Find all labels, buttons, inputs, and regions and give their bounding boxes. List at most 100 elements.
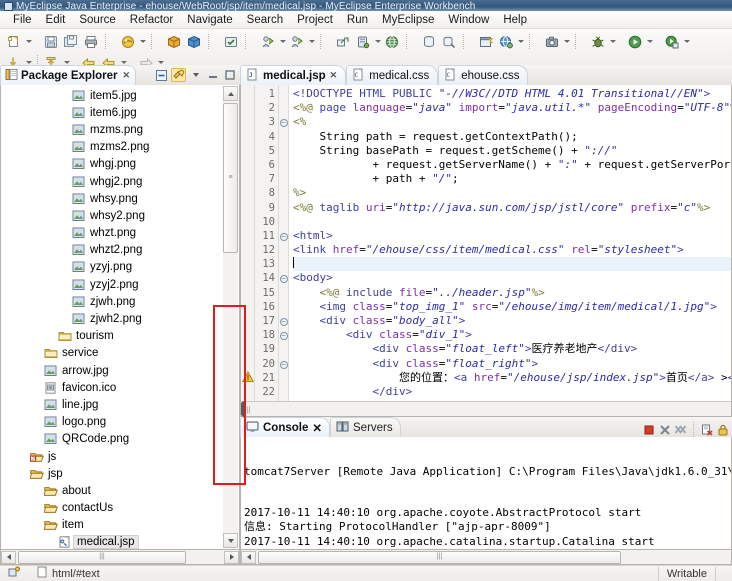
profile-dropdown-icon[interactable] [682, 32, 691, 51]
tree-item-item[interactable]: item [1, 517, 223, 534]
tree-item-about[interactable]: about [1, 482, 223, 499]
tree-item-medical-jsp[interactable]: medical.jsp [1, 534, 223, 549]
scroll-thumb[interactable]: ≡ [223, 103, 238, 253]
code-line[interactable]: <link href="/ehouse/css/item/medical.css… [293, 243, 731, 257]
code-line[interactable]: String basePath = request.getScheme() + … [293, 144, 731, 158]
scroll-track[interactable]: ≡ [223, 101, 238, 533]
web-service-dropdown-icon[interactable] [516, 32, 525, 51]
code-line[interactable]: %> [293, 186, 731, 200]
run-button[interactable] [625, 32, 645, 51]
db-explorer-button[interactable] [439, 32, 459, 51]
close-icon[interactable]: ✕ [330, 70, 338, 81]
terminate-button[interactable] [641, 422, 656, 437]
menu-run[interactable]: Run [340, 13, 375, 27]
hscroll-left-button[interactable] [1, 550, 16, 564]
tree-item-mzms-png[interactable]: mzms.png [1, 121, 223, 138]
hscroll-right-button[interactable] [224, 550, 239, 564]
tab-medical-jsp[interactable]: J medical.jsp ✕ [240, 65, 347, 85]
tab-package-explorer[interactable]: Package Explorer ✕ [0, 65, 137, 85]
annotation-ruler[interactable] [241, 85, 255, 401]
remove-launch-button[interactable] [657, 422, 672, 437]
code-line[interactable]: + path + "/"; [293, 172, 731, 186]
editor-body[interactable]: 123456789101112131415161718192021222324 … [241, 85, 731, 401]
code-line[interactable]: <% [293, 115, 731, 129]
warning-marker-icon[interactable] [241, 370, 255, 383]
code-line[interactable]: <%@ page language="java" import="java.ut… [293, 101, 731, 115]
code-line[interactable]: String path = request.getContextPath(); [293, 130, 731, 144]
hscroll-thumb[interactable]: ||| [18, 550, 186, 564]
tree-item-yzyj-png[interactable]: yzyj.png [1, 259, 223, 276]
run-launch-button[interactable] [287, 32, 307, 51]
console-horizontal-scrollbar[interactable]: ||| [240, 550, 732, 565]
debug-button[interactable] [588, 32, 608, 51]
debug-launch-dropdown-icon[interactable] [278, 32, 287, 51]
tree-item-logo-png[interactable]: logo.png [1, 414, 223, 431]
tree-item-service[interactable]: service [1, 345, 223, 362]
build-button[interactable] [221, 32, 241, 51]
debug-dropdown-icon[interactable] [608, 32, 617, 51]
close-icon[interactable]: ✕ [312, 421, 322, 435]
code-line[interactable]: <html> [293, 229, 731, 243]
tree-item-whgj-png[interactable]: whgj.png [1, 156, 223, 173]
maximize-view-button[interactable] [222, 68, 237, 82]
code-line[interactable]: <div class="div_1"> [293, 328, 731, 342]
explorer-horizontal-scrollbar[interactable]: ||| [0, 550, 240, 565]
tree-item-favicon-ico[interactable]: favicon.ico [1, 379, 223, 396]
tree-item-arrow-jpg[interactable]: arrow.jpg [1, 362, 223, 379]
remove-all-launches-button[interactable] [673, 422, 688, 437]
tab-console[interactable]: Console ✕ [240, 417, 331, 437]
fold-collapse-icon[interactable]: − [279, 229, 288, 243]
editor-hscroll-track[interactable]: ||| [245, 403, 250, 415]
menu-project[interactable]: Project [290, 13, 340, 27]
fold-collapse-icon[interactable]: − [279, 271, 288, 285]
tree-item-contactus[interactable]: contactUs [1, 500, 223, 517]
tab-servers[interactable]: Servers [330, 417, 401, 437]
menu-navigate[interactable]: Navigate [180, 13, 239, 27]
code-line[interactable]: <body> [293, 271, 731, 285]
fold-collapse-icon[interactable]: − [279, 314, 288, 328]
console-hscroll-track[interactable]: ||| [256, 550, 731, 564]
minimize-view-button[interactable] [205, 68, 220, 82]
link-with-editor-button[interactable] [171, 68, 186, 82]
web-service-button[interactable] [496, 32, 516, 51]
deploy-button[interactable] [333, 32, 353, 51]
editor-hscroll-thumb[interactable]: ||| [245, 403, 250, 415]
view-menu-button[interactable] [188, 68, 203, 82]
tree-item-line-jpg[interactable]: line.jpg [1, 396, 223, 413]
save-all-button[interactable] [61, 32, 81, 51]
menu-refactor[interactable]: Refactor [123, 13, 180, 27]
tab-medical-css[interactable]: C medical.css [346, 65, 439, 85]
save-button[interactable] [41, 32, 61, 51]
code-line[interactable]: <hr> [293, 399, 731, 401]
menu-search[interactable]: Search [240, 13, 290, 27]
tree-item-qrcode-png[interactable]: QRCode.png [1, 431, 223, 448]
tree-item-item5-jpg[interactable]: item5.jpg [1, 87, 223, 104]
fold-collapse-icon[interactable]: − [279, 328, 288, 342]
browser-button[interactable] [382, 32, 402, 51]
debug-launch-button[interactable] [258, 32, 278, 51]
code-line[interactable]: <div class="float_left">医疗养老地产</div> [293, 342, 731, 356]
tree-item-item6-jpg[interactable]: item6.jpg [1, 104, 223, 121]
console-hscroll-thumb[interactable]: ||| [258, 550, 621, 564]
clear-console-button[interactable] [699, 422, 714, 437]
tree-item-js[interactable]: JS js [1, 448, 223, 465]
editor-horizontal-scrollbar[interactable]: ||| [241, 400, 731, 418]
open-myeclipse-button[interactable] [118, 32, 138, 51]
code-line[interactable]: + request.getServerName() + ":" + reques… [293, 158, 731, 172]
console-hscroll-left-button[interactable] [241, 550, 256, 564]
tree-item-jsp[interactable]: jsp [1, 465, 223, 482]
web-project-button[interactable] [476, 32, 496, 51]
run-dropdown-icon[interactable] [645, 32, 654, 51]
close-icon[interactable]: ✕ [123, 70, 131, 81]
tree-item-yzyj2-png[interactable]: yzyj2.png [1, 276, 223, 293]
menu-edit[interactable]: Edit [39, 13, 73, 27]
code-text-area[interactable]: <!DOCTYPE HTML PUBLIC "-//W3C//DTD HTML … [289, 85, 731, 401]
run-launch-dropdown-icon[interactable] [307, 32, 316, 51]
tree-item-whgj2-png[interactable]: whgj2.png [1, 173, 223, 190]
hscroll-track[interactable]: ||| [16, 550, 224, 564]
code-line[interactable]: <div class="body_all"> [293, 314, 731, 328]
server-button[interactable] [353, 32, 373, 51]
code-line[interactable]: <!DOCTYPE HTML PUBLIC "-//W3C//DTD HTML … [293, 87, 731, 101]
code-line[interactable]: </div> [293, 385, 731, 399]
collapse-all-button[interactable] [154, 68, 169, 82]
